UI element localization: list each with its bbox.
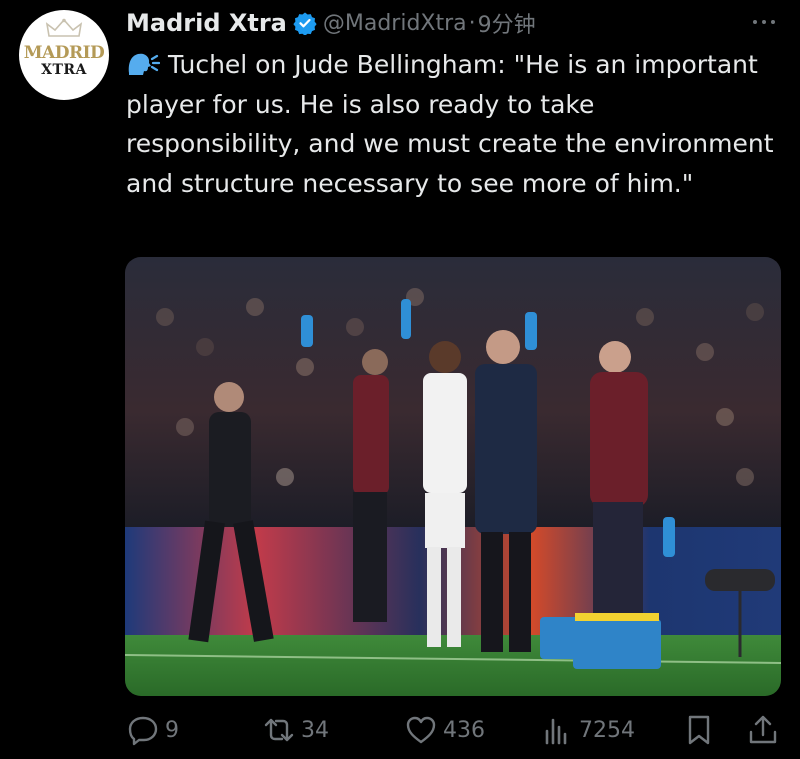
views-chart-icon [545,718,567,745]
bookmark-button[interactable] [682,708,716,752]
photo-image [125,257,781,696]
views-button[interactable]: 7254 [540,708,635,752]
more-options-icon[interactable] [750,10,778,34]
like-count: 436 [443,717,485,743]
tweet-body: Tuchel on Jude Bellingham: "He is an imp… [126,50,774,198]
avatar[interactable]: MADRID XTRA [19,10,109,100]
reply-icon [128,716,158,746]
like-button[interactable]: 436 [404,708,485,752]
retweet-button[interactable]: 34 [262,708,329,752]
tweet-text: Tuchel on Jude Bellingham: "He is an imp… [126,45,776,203]
tweet-header: Madrid Xtra @MadridXtra · 9分钟 [126,6,536,40]
separator-dot: · [468,10,476,36]
share-icon [749,715,777,744]
crown-icon [45,18,83,37]
retweet-count: 34 [301,717,329,743]
avatar-text-madrid: MADRID [23,43,105,63]
tweet-photo[interactable] [125,257,781,696]
speaking-head-icon [128,53,160,75]
reply-count: 9 [165,717,179,743]
avatar-text-xtra: XTRA [41,62,87,78]
reply-button[interactable]: 9 [126,708,179,752]
share-button[interactable] [746,708,780,752]
author-name[interactable]: Madrid Xtra [126,9,287,37]
view-count: 7254 [579,717,635,743]
tweet-timestamp[interactable]: 9分钟 [478,7,536,39]
bookmark-icon [688,715,710,745]
author-handle[interactable]: @MadridXtra [323,11,467,36]
verified-badge-icon [293,12,317,35]
heart-icon [406,716,436,744]
retweet-icon [264,718,294,742]
tweet-action-bar: 9 34 436 7254 [0,708,800,752]
